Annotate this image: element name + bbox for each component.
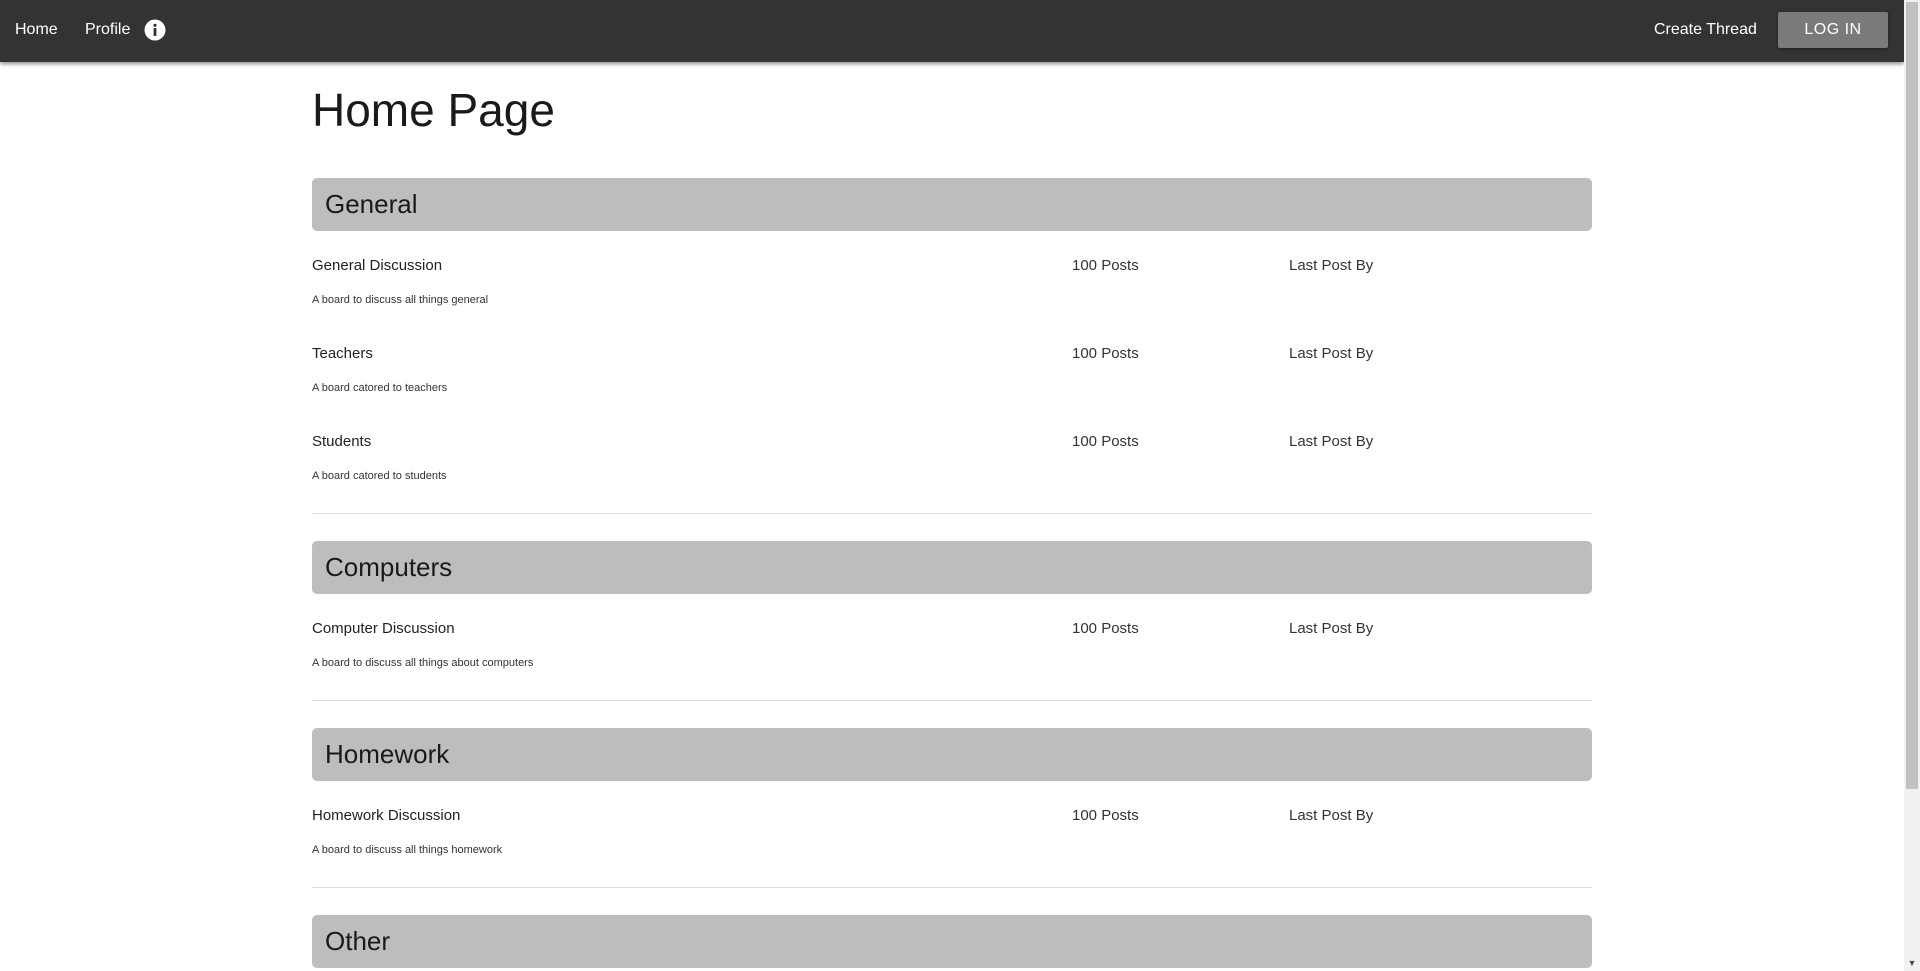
nav-home-link[interactable]: Home xyxy=(15,0,58,60)
vertical-scrollbar[interactable]: ▲ ▼ xyxy=(1904,0,1920,971)
board-description: A board to discuss all things homework xyxy=(312,844,503,856)
category-header: Homework xyxy=(312,728,1592,781)
board-last-post: Last Post By xyxy=(1289,620,1374,637)
top-navbar: Home Profile Create Thread LOG IN xyxy=(0,0,1904,62)
board-name[interactable]: Computer Discussion xyxy=(312,620,455,637)
scroll-down-arrow-icon[interactable]: ▼ xyxy=(1904,955,1920,971)
board-name[interactable]: Students xyxy=(312,433,371,450)
board-last-post: Last Post By xyxy=(1289,257,1374,274)
info-icon[interactable] xyxy=(144,19,166,41)
board-description: A board to discuss all things about comp… xyxy=(312,657,534,669)
board-post-count: 100 Posts xyxy=(1072,257,1139,274)
create-thread-link[interactable]: Create Thread xyxy=(1654,0,1757,60)
category-divider xyxy=(312,513,1592,514)
main-content: Home Page General General Discussion 100… xyxy=(312,62,1592,968)
category-divider xyxy=(312,887,1592,888)
board-description: A board catored to teachers xyxy=(312,382,448,394)
category-homework: Homework Homework Discussion 100 Posts L… xyxy=(312,728,1592,888)
board-name[interactable]: Teachers xyxy=(312,345,373,362)
category-divider xyxy=(312,700,1592,701)
board-row[interactable]: General Discussion 100 Posts Last Post B… xyxy=(312,249,1592,337)
category-header: Other xyxy=(312,915,1592,968)
board-row[interactable]: Students 100 Posts Last Post By A board … xyxy=(312,425,1592,513)
scroll-thumb[interactable] xyxy=(1906,2,1918,789)
board-last-post: Last Post By xyxy=(1289,345,1374,362)
page-title: Home Page xyxy=(312,84,555,136)
board-last-post: Last Post By xyxy=(1289,807,1374,824)
board-post-count: 100 Posts xyxy=(1072,345,1139,362)
board-name[interactable]: General Discussion xyxy=(312,257,442,274)
login-button[interactable]: LOG IN xyxy=(1778,12,1888,48)
board-post-count: 100 Posts xyxy=(1072,807,1139,824)
category-header: Computers xyxy=(312,541,1592,594)
board-row[interactable]: Computer Discussion 100 Posts Last Post … xyxy=(312,612,1592,700)
board-description: A board catored to students xyxy=(312,470,447,482)
board-post-count: 100 Posts xyxy=(1072,620,1139,637)
board-post-count: 100 Posts xyxy=(1072,433,1139,450)
category-header: General xyxy=(312,178,1592,231)
category-computers: Computers Computer Discussion 100 Posts … xyxy=(312,541,1592,701)
nav-profile-link[interactable]: Profile xyxy=(85,0,130,60)
board-last-post: Last Post By xyxy=(1289,433,1374,450)
board-row[interactable]: Teachers 100 Posts Last Post By A board … xyxy=(312,337,1592,425)
board-description: A board to discuss all things general xyxy=(312,294,489,306)
category-general: General General Discussion 100 Posts Las… xyxy=(312,178,1592,514)
board-row[interactable]: Homework Discussion 100 Posts Last Post … xyxy=(312,799,1592,887)
board-name[interactable]: Homework Discussion xyxy=(312,807,460,824)
category-other: Other xyxy=(312,915,1592,968)
